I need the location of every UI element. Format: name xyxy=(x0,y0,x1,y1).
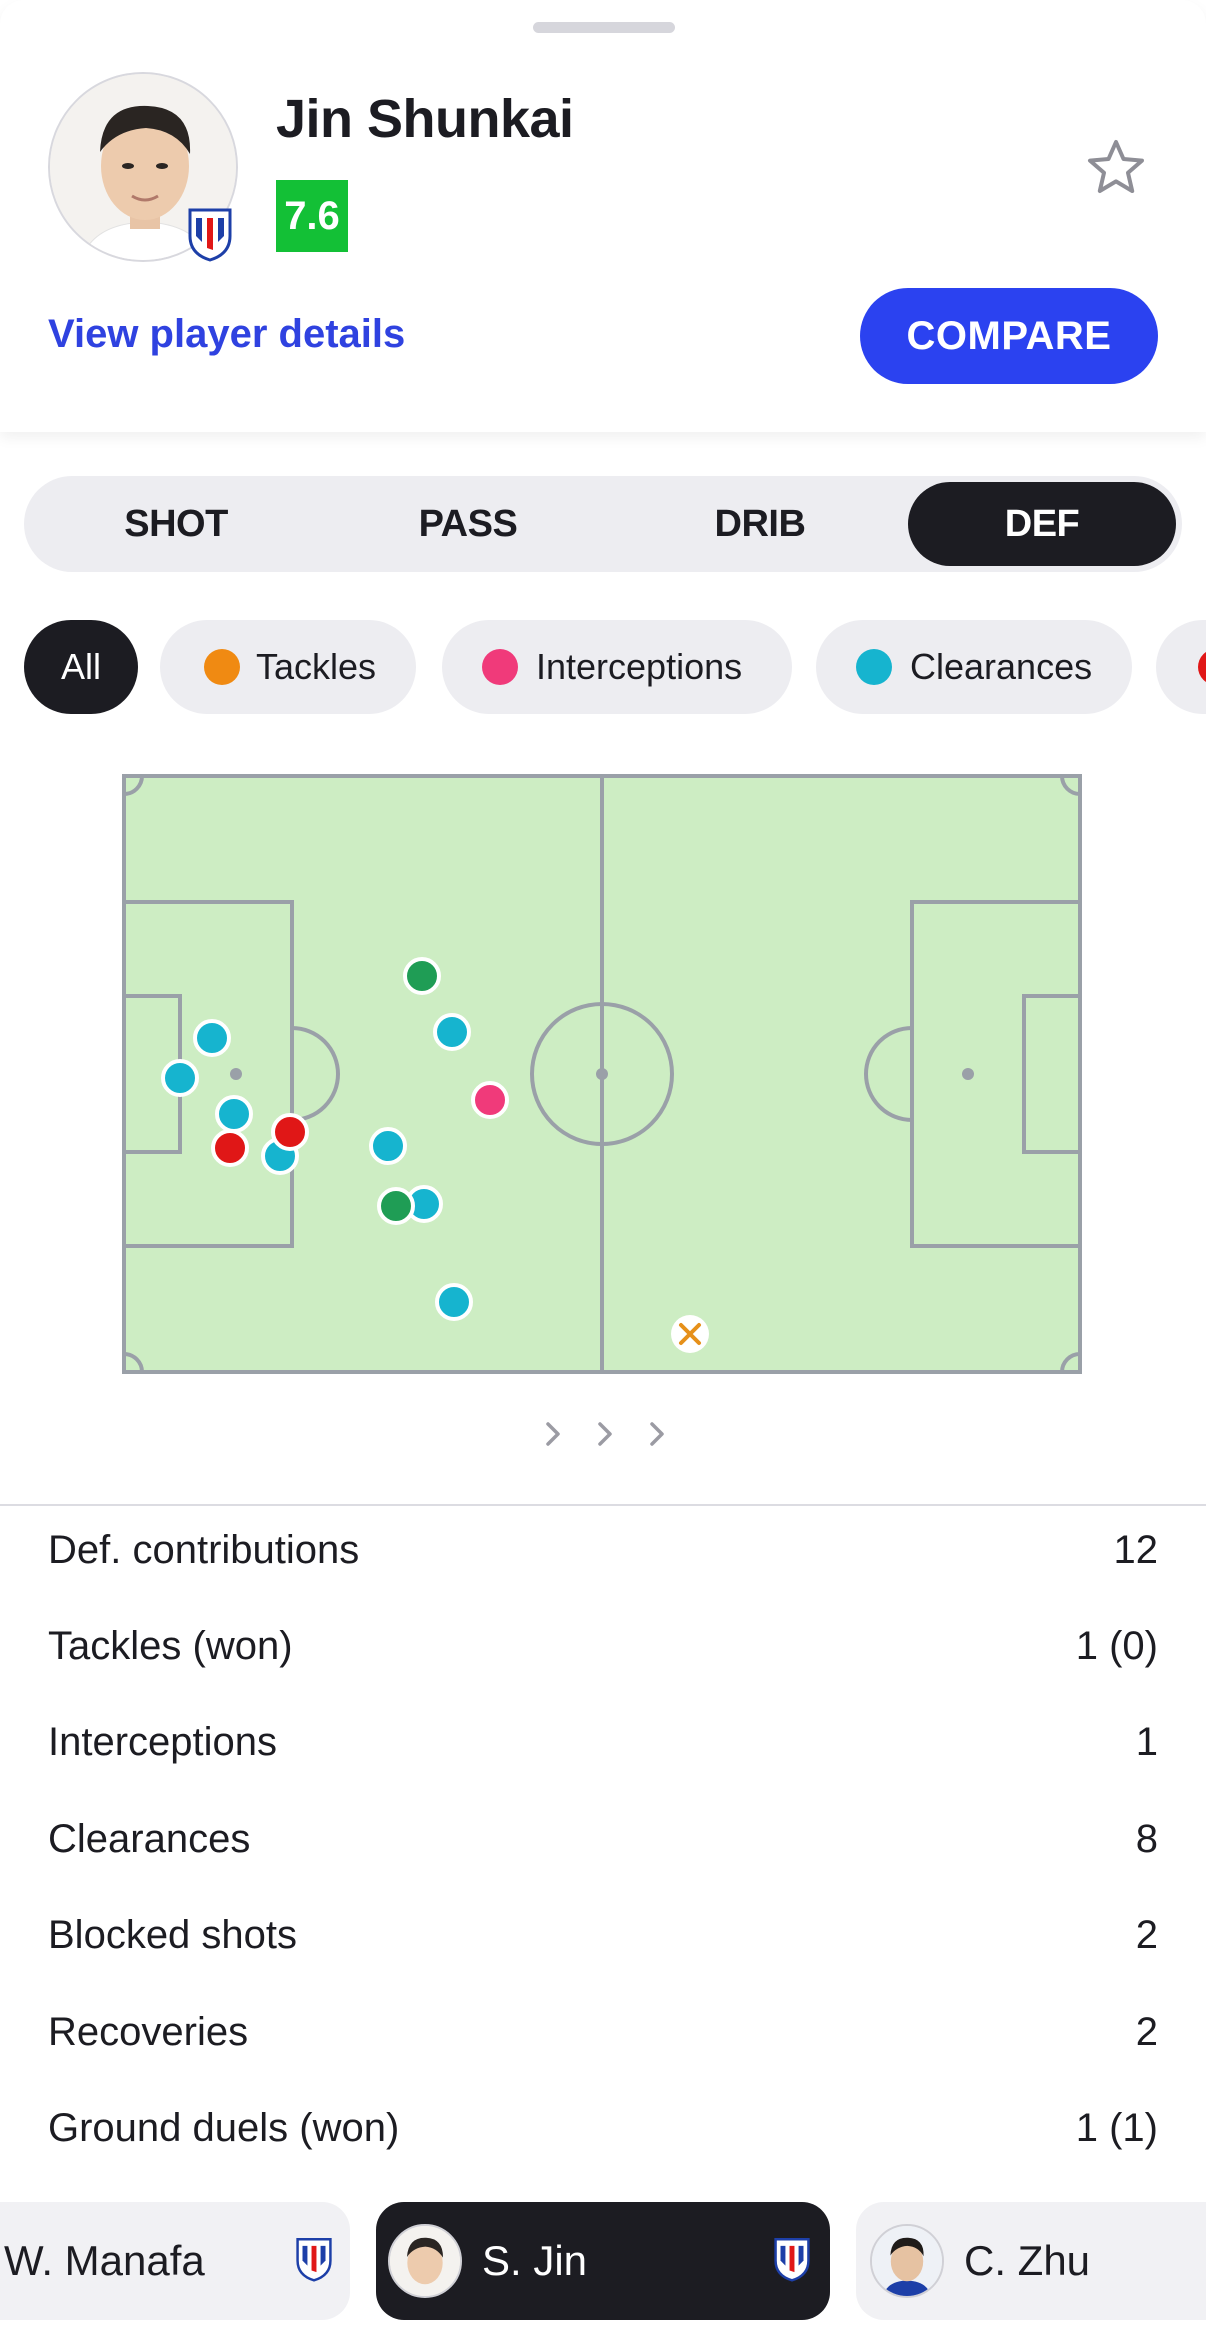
filter-label: Tackles xyxy=(256,646,377,687)
player-card-zhu[interactable]: C. Zhu xyxy=(856,2202,1206,2320)
stat-value: 1 (0) xyxy=(1075,1624,1158,1668)
stat-label: Ground duels (won) xyxy=(48,2106,400,2150)
tab-shot[interactable]: SHOT xyxy=(42,482,310,566)
stat-row: Def. contributions 12 xyxy=(48,1528,1158,1588)
player-card-manafa[interactable]: W. Manafa xyxy=(0,2202,350,2320)
clearance-marker xyxy=(161,1059,199,1097)
blocked-shot-marker xyxy=(211,1129,249,1167)
filter-label: Interceptions xyxy=(536,646,743,687)
stat-label: Interceptions xyxy=(48,1720,278,1764)
stat-label: Blocked shots xyxy=(48,1913,298,1957)
player-card-avatar xyxy=(388,2224,462,2298)
filter-blocked-shots[interactable] xyxy=(1156,620,1206,714)
filter-interceptions[interactable]: Interceptions xyxy=(442,620,792,714)
tab-pass[interactable]: PASS xyxy=(334,482,602,566)
blocked-shot-marker xyxy=(271,1113,309,1151)
tackles-dot-icon xyxy=(204,649,240,685)
player-name: Jin Shunkai xyxy=(276,89,574,149)
recovery-marker xyxy=(377,1187,415,1225)
rating-badge: 7.6 xyxy=(276,180,348,252)
favorite-star-icon[interactable] xyxy=(1084,136,1148,200)
stat-value: 12 xyxy=(1113,1528,1159,1572)
filter-label: Clearances xyxy=(910,646,1093,687)
recovery-marker xyxy=(403,957,441,995)
compare-button[interactable]: COMPARE xyxy=(860,288,1158,384)
filter-tackles[interactable]: Tackles xyxy=(160,620,416,714)
blocked-shots-dot-icon xyxy=(1198,649,1206,685)
filter-all[interactable]: All xyxy=(24,620,138,714)
player-card-name: C. Zhu xyxy=(964,2237,1091,2284)
stat-category-tabs: SHOT PASS DRIB DEF xyxy=(24,476,1182,572)
player-card-avatar xyxy=(870,2224,944,2298)
stat-row: Tackles (won) 1 (0) xyxy=(48,1624,1158,1684)
player-card-name: S. Jin xyxy=(482,2237,588,2284)
stat-value: 1 (1) xyxy=(1075,2106,1158,2150)
tab-drib[interactable]: DRIB xyxy=(626,482,894,566)
sheet-grabber[interactable] xyxy=(533,22,675,33)
player-card-name: W. Manafa xyxy=(4,2237,205,2284)
pitch-map xyxy=(122,774,1082,1374)
event-filter-chips: All Tackles Interceptions Clearances xyxy=(0,620,1206,716)
stat-label: Tackles (won) xyxy=(48,1624,293,1668)
player-card-jin[interactable]: S. Jin xyxy=(376,2202,830,2320)
club-crest-icon xyxy=(294,2236,334,2282)
stat-row: Ground duels (won) 1 (1) xyxy=(48,2106,1158,2166)
view-player-details-link[interactable]: View player details xyxy=(48,312,405,357)
player-switcher: W. Manafa S. Jin C. Zhu xyxy=(0,2190,1206,2334)
stat-label: Def. contributions xyxy=(48,1528,360,1572)
stat-row: Clearances 8 xyxy=(48,1817,1158,1877)
section-divider xyxy=(0,1504,1206,1506)
stat-value: 2 xyxy=(1135,2010,1158,2054)
clearance-marker xyxy=(433,1013,471,1051)
clearance-marker xyxy=(215,1095,253,1133)
player-sheet: Jin Shunkai 7.6 View player details COMP… xyxy=(0,0,1206,2334)
clearance-marker xyxy=(193,1019,231,1057)
club-crest-icon xyxy=(772,2236,812,2282)
swipe-hint-chevrons-icon xyxy=(536,1414,676,1454)
duel-cross-marker xyxy=(671,1315,709,1353)
stat-row: Recoveries 2 xyxy=(48,2010,1158,2070)
stat-label: Clearances xyxy=(48,1817,251,1861)
interception-marker xyxy=(471,1081,509,1119)
stat-value: 8 xyxy=(1135,1817,1158,1861)
filter-clearances[interactable]: Clearances xyxy=(816,620,1132,714)
clearance-marker xyxy=(369,1127,407,1165)
clearances-dot-icon xyxy=(856,649,892,685)
interceptions-dot-icon xyxy=(482,649,518,685)
tab-def[interactable]: DEF xyxy=(908,482,1176,566)
stat-label: Recoveries xyxy=(48,2010,249,2054)
club-crest-icon xyxy=(186,206,234,262)
stat-value: 1 xyxy=(1135,1720,1158,1764)
stat-row: Blocked shots 2 xyxy=(48,1913,1158,1973)
stat-value: 2 xyxy=(1135,1913,1158,1957)
player-header: Jin Shunkai 7.6 View player details COMP… xyxy=(0,0,1206,432)
clearance-marker xyxy=(435,1283,473,1321)
stat-row: Interceptions 1 xyxy=(48,1720,1158,1780)
